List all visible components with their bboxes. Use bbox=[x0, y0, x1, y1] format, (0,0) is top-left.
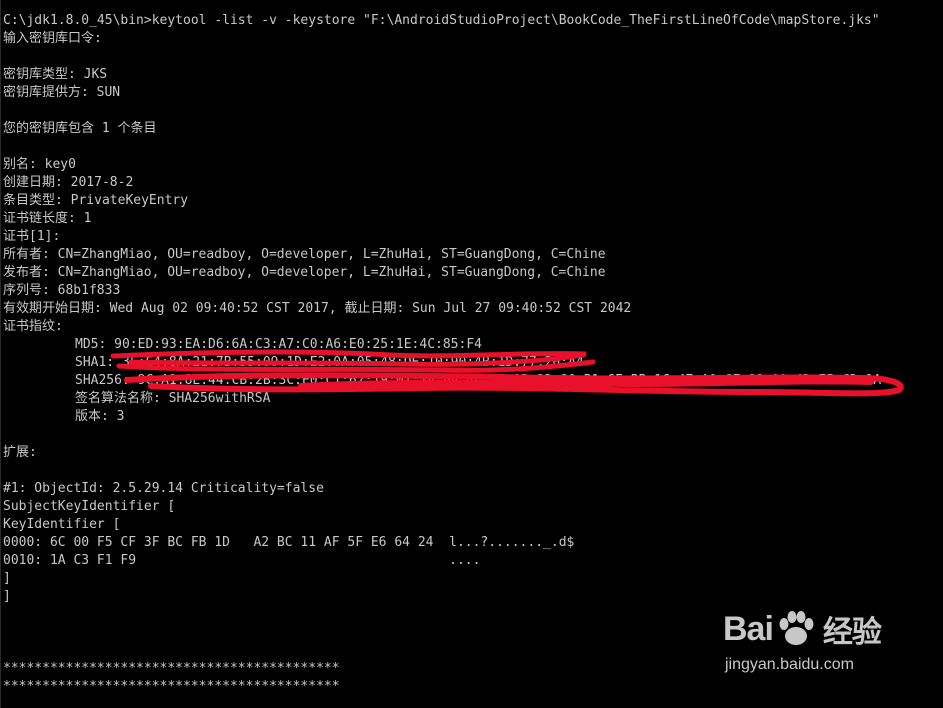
console-line: 密钥库提供方: SUN bbox=[3, 85, 121, 100]
baidu-logo: Bai 经验 bbox=[723, 604, 882, 654]
watermark-brand-right: 经验 bbox=[822, 616, 882, 649]
console-line: 证书[1]: bbox=[3, 229, 61, 244]
console-line: 版本: 3 bbox=[75, 409, 125, 424]
console-line: C:\jdk1.8.0_45\bin>keytool -list -v -key… bbox=[3, 13, 880, 28]
console-line: #1: ObjectId: 2.5.29.14 Criticality=fals… bbox=[3, 481, 324, 496]
console-window[interactable]: C:\jdk1.8.0_45\bin>keytool -list -v -key… bbox=[0, 0, 943, 708]
console-line: MD5: 90:ED:93:EA:D6:6A:C3:A7:C0:A6:E0:25… bbox=[75, 337, 482, 352]
console-line: 序列号: 68b1f833 bbox=[3, 283, 121, 298]
console-line: 别名: key0 bbox=[3, 157, 76, 172]
console-line: ] bbox=[3, 571, 11, 586]
console-line: 有效期开始日期: Wed Aug 02 09:40:52 CST 2017, 截… bbox=[3, 301, 632, 316]
console-line: 证书指纹: bbox=[3, 319, 63, 334]
console-line: 条目类型: PrivateKeyEntry bbox=[3, 193, 189, 208]
console-line: SHA256: 9C:A1:8E:44:CB:2B:3C:E0:C1:62:19… bbox=[75, 373, 882, 388]
console-line: KeyIdentifier [ bbox=[3, 517, 121, 532]
console-line: SHA1: 3F:C4:8A:21:7B:55:09:1D:E2:0A:05:4… bbox=[75, 355, 584, 370]
console-line: 0000: 6C 00 F5 CF 3F BC FB 1D A2 BC 11 A… bbox=[3, 535, 575, 550]
console-line: 密钥库类型: JKS bbox=[3, 67, 108, 82]
console-line: 证书链长度: 1 bbox=[3, 211, 92, 226]
console-line: 签名算法名称: SHA256withRSA bbox=[75, 391, 271, 406]
watermark-brand-left: Bai bbox=[723, 609, 774, 648]
console-output: C:\jdk1.8.0_45\bin>keytool -list -v -key… bbox=[3, 12, 938, 696]
baidu-jingyan-watermark: Bai 经验 jingyan.baidu.com bbox=[723, 604, 893, 684]
console-line: 所有者: CN=ZhangMiao, OU=readboy, O=develop… bbox=[3, 247, 606, 262]
console-line: 发布者: CN=ZhangMiao, OU=readboy, O=develop… bbox=[3, 265, 606, 280]
console-line: 扩展: bbox=[3, 445, 37, 460]
console-line: 创建日期: 2017-8-2 bbox=[3, 175, 134, 190]
console-line: 您的密钥库包含 1 个条目 bbox=[3, 121, 157, 136]
watermark-url: jingyan.baidu.com bbox=[725, 656, 854, 673]
console-line: SubjectKeyIdentifier [ bbox=[3, 499, 176, 514]
console-line: 0010: 1A C3 F1 F9 .... bbox=[3, 553, 481, 568]
console-line: 输入密钥库口令: bbox=[3, 31, 102, 46]
paw-icon bbox=[779, 611, 814, 645]
